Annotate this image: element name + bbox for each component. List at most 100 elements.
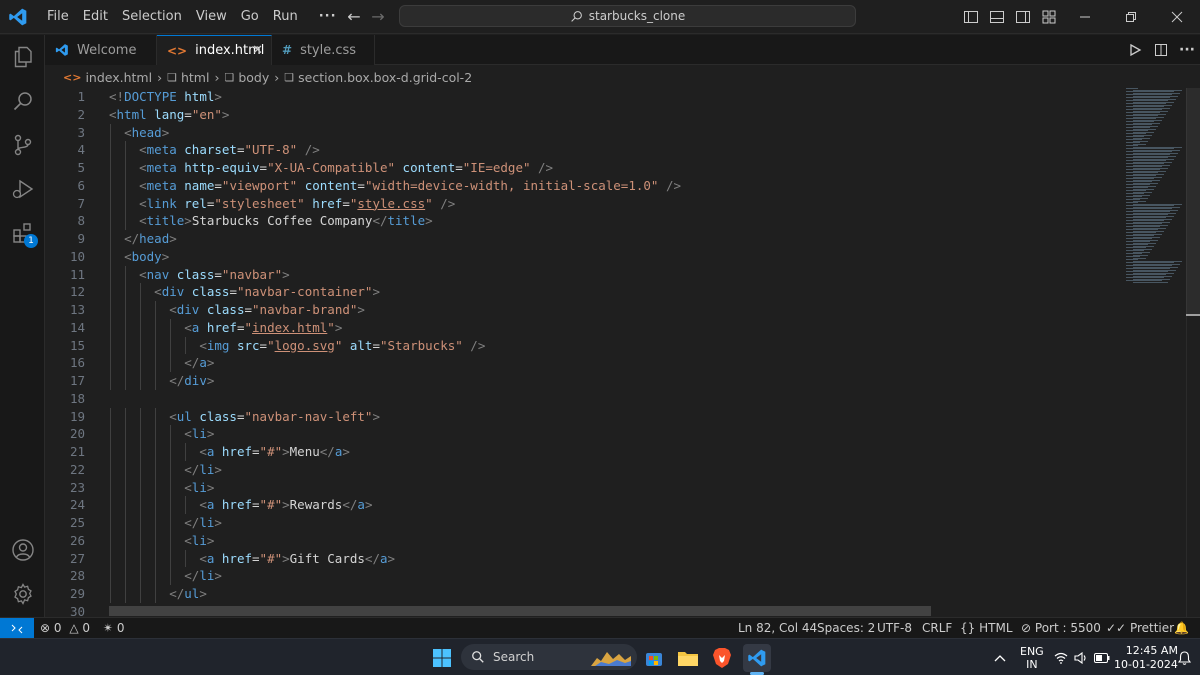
horizontal-scrollbar[interactable] — [109, 606, 931, 616]
breadcrumb-body[interactable]: body — [238, 70, 269, 85]
cursor-position[interactable]: Ln 82, Col 44 — [738, 618, 817, 639]
run-and-debug-icon[interactable] — [0, 167, 45, 211]
indent-guide — [110, 336, 111, 355]
code-token: = — [184, 106, 192, 122]
tab-index-html[interactable]: <> index.html ✕ — [157, 35, 272, 65]
problems-indicator[interactable]: ⊗ 0 △ 0 — [40, 618, 90, 639]
minimap[interactable] — [1126, 88, 1186, 617]
explorer-icon[interactable] — [0, 35, 45, 79]
input-language[interactable]: ENG IN — [1020, 639, 1044, 675]
code-token: > — [161, 248, 170, 264]
minimize-icon[interactable] — [1062, 0, 1108, 34]
code-token: " — [267, 337, 275, 353]
error-count: 0 — [53, 621, 62, 635]
extensions-icon[interactable]: 1 — [0, 211, 45, 255]
close-icon[interactable]: ✕ — [252, 43, 263, 58]
block-icon: ⊘ — [1021, 621, 1032, 635]
line-number: 6 — [77, 177, 85, 193]
go-back-arrow-icon[interactable]: ← — [344, 7, 364, 27]
code-area[interactable]: <!DOCTYPE html> <html lang="en"> <head> <… — [109, 88, 1149, 617]
check-all-icon: ✓✓ — [1106, 621, 1127, 635]
windows-start-icon[interactable] — [428, 644, 456, 672]
code-token: > — [372, 284, 380, 300]
code-token: </ — [319, 444, 335, 459]
html-file-icon: <> — [63, 70, 82, 84]
menu-view[interactable]: View — [189, 0, 234, 34]
menu-go[interactable]: Go — [234, 0, 266, 34]
code-token: = — [229, 284, 237, 300]
tab-welcome[interactable]: Welcome — [45, 35, 157, 65]
scrollbar-thumb[interactable] — [1186, 88, 1200, 314]
toggle-primary-sidebar-icon[interactable] — [958, 0, 984, 34]
line-number: 4 — [77, 142, 85, 158]
language-label: HTML — [979, 621, 1013, 635]
code-token: > — [357, 302, 365, 317]
manage-gear-icon[interactable] — [0, 572, 45, 616]
encoding[interactable]: UTF-8 — [877, 618, 912, 639]
menu-more[interactable]: ··· — [305, 0, 344, 34]
breadcrumb-file[interactable]: index.html — [85, 70, 152, 85]
indent-guide — [170, 478, 172, 497]
code-token: "navbar-brand" — [252, 302, 358, 317]
tab-label: Welcome — [77, 42, 137, 58]
toggle-panel-icon[interactable] — [984, 0, 1010, 34]
code-token: > — [206, 355, 215, 371]
search-activity-icon[interactable] — [0, 79, 45, 123]
microsoft-store-icon[interactable] — [640, 644, 668, 672]
line-ending[interactable]: CRLF — [922, 618, 952, 639]
notifications-bell-icon[interactable]: 🔔 — [1174, 618, 1189, 639]
code-token: < — [139, 160, 147, 175]
code-token: = — [214, 177, 222, 193]
accounts-icon[interactable] — [0, 528, 45, 572]
line-number-gutter: 1 2 3 4 5 6 7 8 9 10 11 12 13 14 15 16 17 18 19 20 21 22 23 24 2… — [45, 88, 105, 617]
show-hidden-icons-chevron-up-icon[interactable] — [994, 639, 1006, 675]
code-token: </ — [364, 550, 380, 566]
breadcrumb-section[interactable]: section.box.box-d.grid-col-2 — [298, 70, 472, 85]
command-center-search[interactable]: starbucks_clone — [399, 5, 856, 27]
file-explorer-icon[interactable] — [674, 644, 702, 672]
ports-indicator[interactable]: ✴ 0 — [103, 618, 125, 639]
code-line: <body> — [109, 248, 169, 266]
indent-guide — [110, 230, 111, 248]
taskbar-search[interactable]: Search — [461, 644, 637, 670]
split-editor-icon[interactable] — [1148, 35, 1174, 65]
toggle-secondary-sidebar-icon[interactable] — [1010, 0, 1036, 34]
remote-window-icon[interactable] — [0, 618, 34, 639]
close-window-icon[interactable] — [1154, 0, 1200, 34]
breadcrumb-html[interactable]: html — [181, 70, 209, 85]
code-token: > — [282, 497, 290, 513]
code-line: <!DOCTYPE html> — [109, 88, 222, 106]
vertical-scrollbar[interactable] — [1186, 88, 1200, 617]
run-play-icon[interactable] — [1122, 35, 1148, 65]
code-token: < — [199, 444, 207, 459]
live-server-port[interactable]: ⊘ Port : 5500 — [1021, 618, 1101, 639]
indent-guide — [110, 496, 111, 514]
menu-file[interactable]: File — [40, 0, 76, 34]
notification-center-bell-icon[interactable] — [1178, 639, 1191, 675]
code-token: = — [236, 408, 245, 424]
code-token: "X-UA-Compatible" — [267, 160, 396, 175]
menu-run[interactable]: Run — [266, 0, 305, 34]
more-actions-icon[interactable]: ··· — [1174, 35, 1200, 65]
source-control-icon[interactable] — [0, 123, 45, 167]
indent-guide — [110, 460, 111, 479]
clock[interactable]: 12:45 AM 10-01-2024 — [1114, 639, 1178, 675]
code-line: <meta name="viewport" content="width=dev… — [109, 177, 681, 195]
menu-edit[interactable]: Edit — [76, 0, 115, 34]
system-tray-icons[interactable] — [1054, 639, 1110, 675]
restore-icon[interactable] — [1108, 0, 1154, 34]
brave-browser-icon[interactable] — [708, 644, 736, 672]
go-forward-arrow-icon[interactable]: → — [368, 7, 388, 27]
indentation[interactable]: Spaces: 2 — [817, 618, 875, 639]
vscode-taskbar-icon[interactable] — [743, 644, 771, 672]
tab-style-css[interactable]: # style.css — [272, 35, 375, 65]
code-token: < — [199, 497, 207, 513]
language-mode[interactable]: {} HTML — [960, 618, 1013, 639]
code-editor[interactable]: 1 2 3 4 5 6 7 8 9 10 11 12 13 14 15 16 17 18 19 20 21 22 23 24 2… — [45, 88, 1200, 617]
menu-selection[interactable]: Selection — [115, 0, 189, 34]
line-number: 12 — [69, 284, 85, 300]
customize-layout-icon[interactable] — [1036, 0, 1062, 34]
prettier-status[interactable]: ✓✓ Prettier — [1106, 618, 1174, 639]
